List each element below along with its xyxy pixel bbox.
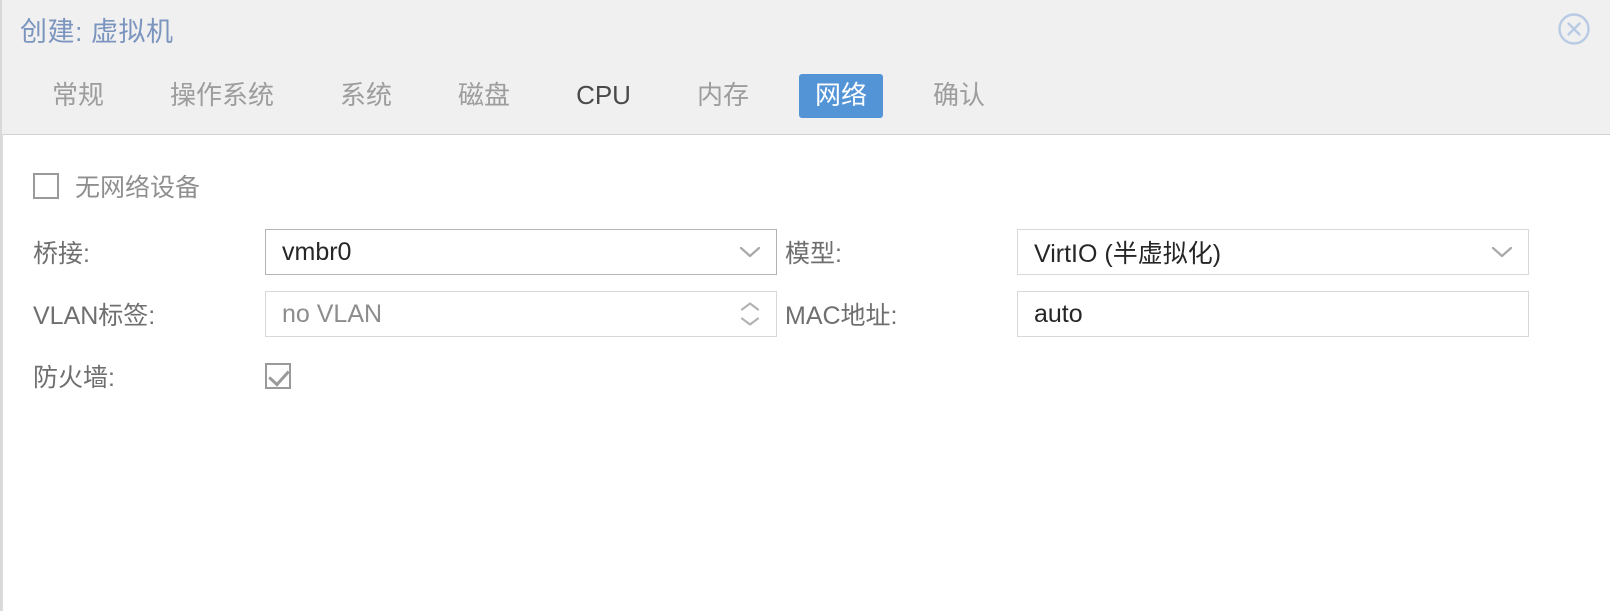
vlan-tag-value: no VLAN (282, 299, 383, 328)
close-circle-icon (1556, 11, 1592, 47)
bridge-combobox[interactable]: vmbr0 (265, 229, 777, 275)
mac-address-field-cell: auto (1017, 283, 1537, 345)
tab-memory[interactable]: 内存 (681, 74, 765, 118)
model-field-cell: VirtIO (半虚拟化) (1017, 221, 1537, 283)
firewall-label: 防火墙: (33, 364, 115, 392)
tab-disks[interactable]: 磁盘 (442, 74, 526, 118)
mac-address-label: MAC地址: (785, 302, 898, 330)
dialog-title: 创建: 虚拟机 (20, 16, 174, 47)
firewall-checkbox[interactable] (265, 363, 291, 389)
bridge-label: 桥接: (33, 240, 90, 268)
model-value: VirtIO (半虚拟化) (1034, 240, 1222, 268)
spinner-updown-icon[interactable] (739, 302, 761, 327)
tab-confirm[interactable]: 确认 (917, 74, 1001, 118)
network-form-grid: 桥接: vmbr0 模型: VirtIO (半虚拟化) VLAN标签: no V… (3, 221, 1610, 407)
tab-general[interactable]: 常规 (36, 74, 120, 118)
no-network-device-row: 无网络设备 (3, 165, 1610, 207)
tab-cpu[interactable]: CPU (560, 74, 647, 118)
mac-address-input[interactable]: auto (1017, 291, 1529, 337)
model-combobox[interactable]: VirtIO (半虚拟化) (1017, 229, 1529, 275)
no-network-device-label[interactable]: 无网络设备 (75, 168, 200, 204)
firewall-field-cell (265, 345, 785, 407)
wizard-tab-bar: 常规 操作系统 系统 磁盘 CPU 内存 网络 确认 (2, 58, 1610, 134)
no-network-device-checkbox[interactable] (33, 173, 59, 199)
chevron-down-icon[interactable] (739, 245, 761, 259)
create-vm-dialog: 创建: 虚拟机 常规 操作系统 系统 磁盘 CPU 内存 网络 确认 无网络设备 (0, 0, 1610, 611)
mac-address-value: auto (1034, 299, 1083, 328)
tab-os[interactable]: 操作系统 (154, 74, 290, 118)
network-panel: 无网络设备 桥接: vmbr0 模型: VirtIO (半虚拟化) VLAN标签… (2, 134, 1610, 611)
model-label: 模型: (785, 240, 842, 268)
vlan-tag-field-cell: no VLAN (265, 283, 785, 345)
chevron-down-icon[interactable] (1491, 245, 1513, 259)
close-button[interactable] (1556, 11, 1592, 47)
tab-network[interactable]: 网络 (798, 74, 883, 118)
dialog-header: 创建: 虚拟机 (2, 0, 1610, 58)
tab-system[interactable]: 系统 (324, 74, 408, 118)
bridge-field-cell: vmbr0 (265, 221, 785, 283)
vlan-tag-label: VLAN标签: (33, 302, 156, 330)
vlan-tag-spinner[interactable]: no VLAN (265, 291, 777, 337)
bridge-value: vmbr0 (282, 237, 352, 266)
